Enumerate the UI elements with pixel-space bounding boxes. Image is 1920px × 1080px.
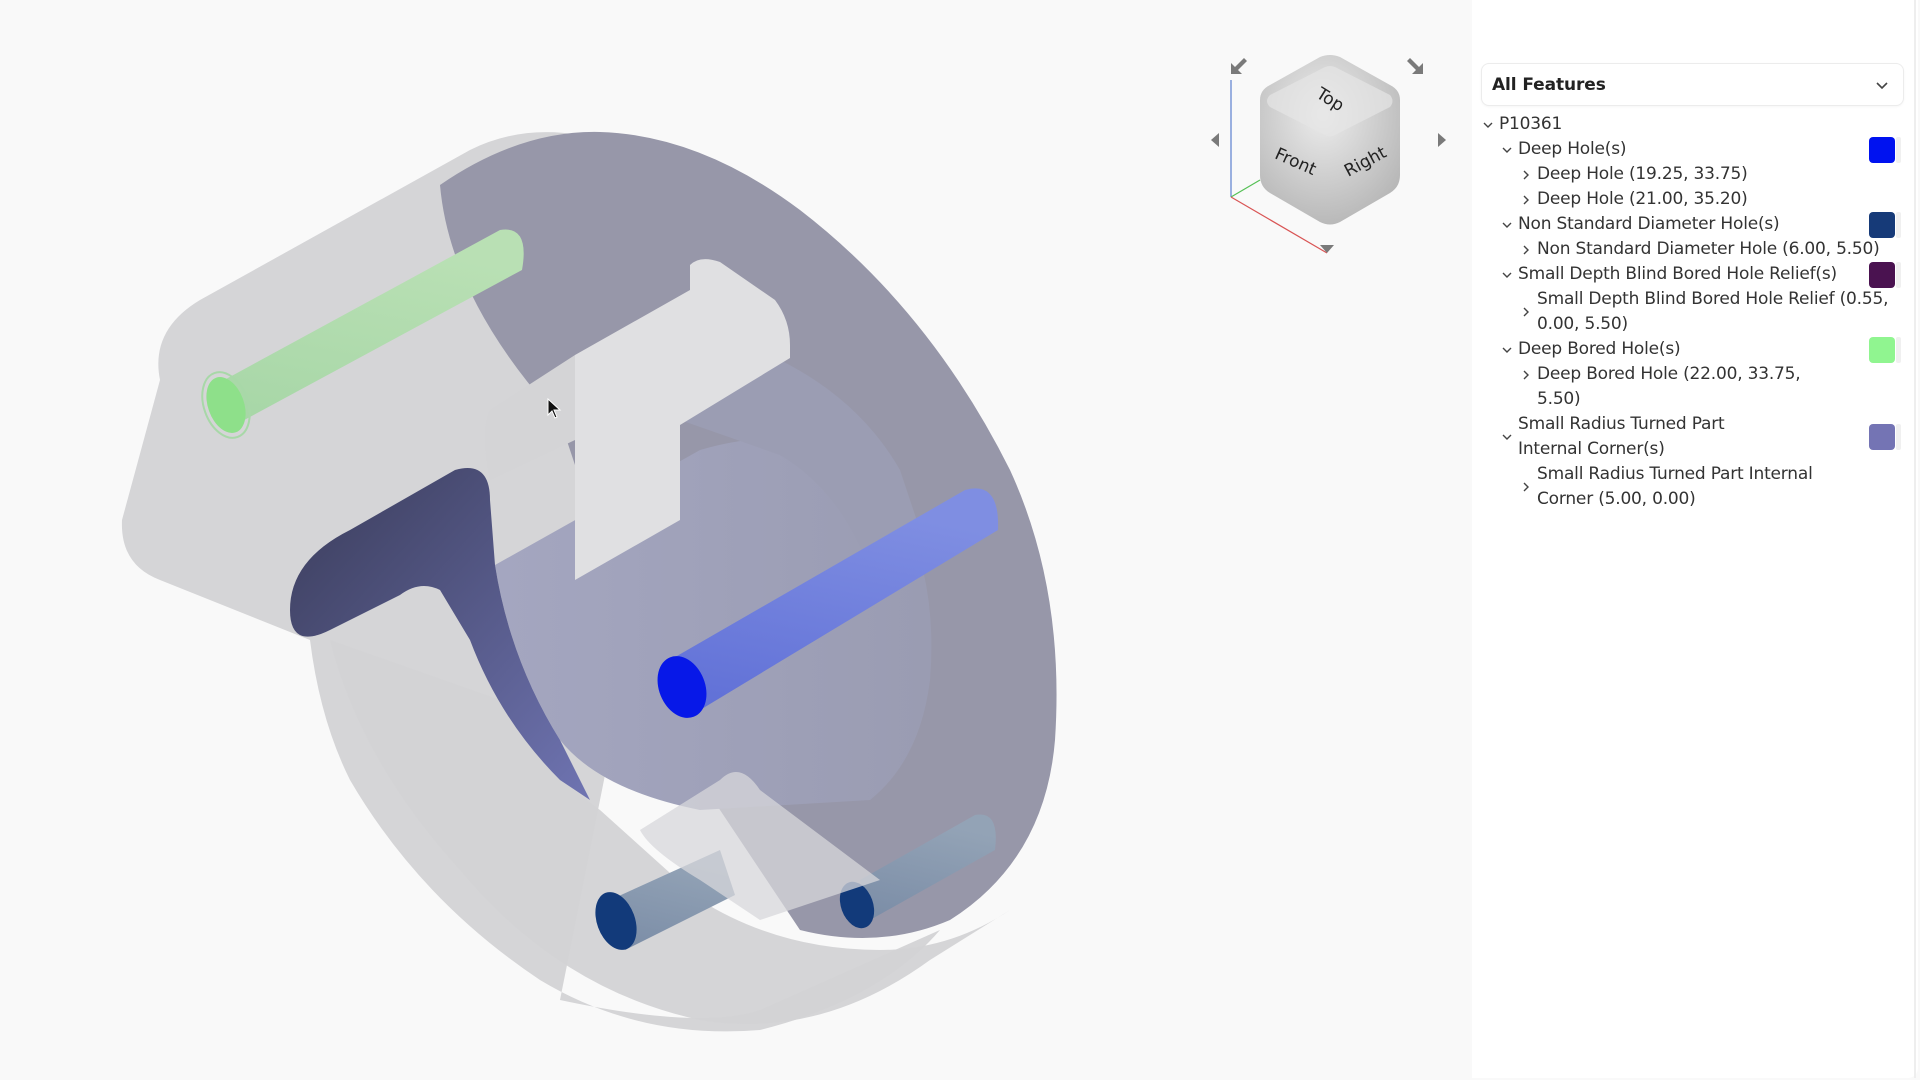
tree-item[interactable]: Deep Hole (19.25, 33.75) xyxy=(1478,162,1903,187)
chevron-right-icon[interactable] xyxy=(1518,300,1534,325)
tree-group-deep-holes[interactable]: Deep Hole(s) xyxy=(1478,137,1903,163)
tree-root-p10361[interactable]: P10361 xyxy=(1478,112,1903,137)
tree-group-label: Small Depth Blind Bored Hole Relief(s) xyxy=(1518,264,1837,284)
view-cube[interactable]: Top Front Right xyxy=(1200,45,1460,265)
chevron-down-icon[interactable] xyxy=(1499,137,1515,162)
chevron-right-icon[interactable] xyxy=(1518,362,1534,387)
tree-item[interactable]: Deep Bored Hole (22.00, 33.75, 5.50) xyxy=(1478,362,1903,412)
chevron-right-icon[interactable] xyxy=(1518,162,1534,187)
tree-item-label: Deep Bored Hole (22.00, 33.75, 5.50) xyxy=(1537,364,1801,409)
tree-root-label: P10361 xyxy=(1499,114,1563,134)
chevron-down-icon[interactable] xyxy=(1499,262,1515,287)
color-swatch-deep-hole[interactable] xyxy=(1869,137,1895,163)
tree-item-label: Deep Hole (19.25, 33.75) xyxy=(1537,164,1748,184)
tree-item[interactable]: Small Depth Blind Bored Hole Relief (0.5… xyxy=(1478,287,1903,337)
color-swatch-track xyxy=(1896,337,1901,363)
view-cube-graphic: Top Front Right xyxy=(1230,55,1400,254)
panel-scrollbar[interactable] xyxy=(1914,0,1916,1078)
feature-tree: P10361 Deep Hole(s) Deep Hole (19.25, 33… xyxy=(1478,112,1903,512)
tree-group-deep-bored-holes[interactable]: Deep Bored Hole(s) xyxy=(1478,337,1903,363)
chevron-down-icon[interactable] xyxy=(1499,425,1515,450)
tree-item-label: Deep Hole (21.00, 35.20) xyxy=(1537,189,1748,209)
tree-item[interactable]: Small Radius Turned Part Internal Corner… xyxy=(1478,462,1903,512)
feature-filter-value: All Features xyxy=(1492,74,1606,95)
color-swatch-non-standard-diameter-hole[interactable] xyxy=(1869,212,1895,238)
mouse-cursor-icon xyxy=(547,398,562,419)
chevron-down-icon[interactable] xyxy=(1499,212,1515,237)
tree-group-label: Small Radius Turned Part Internal Corner… xyxy=(1518,414,1725,459)
chevron-down-icon xyxy=(1876,81,1888,89)
color-swatch-small-depth-blind-bored-hole-relief[interactable] xyxy=(1869,262,1895,288)
color-swatch-small-radius-turned-part-internal-corner[interactable] xyxy=(1869,424,1895,450)
tree-item-label: Small Depth Blind Bored Hole Relief (0.5… xyxy=(1537,289,1889,334)
chevron-down-icon[interactable] xyxy=(1480,112,1496,137)
chevron-right-icon[interactable] xyxy=(1518,187,1534,212)
rotate-up-left-arrow-icon[interactable] xyxy=(1228,55,1250,77)
tree-group-label: Deep Bored Hole(s) xyxy=(1518,339,1681,359)
feature-filter-dropdown[interactable]: All Features xyxy=(1481,63,1904,106)
tree-item-label: Non Standard Diameter Hole (6.00, 5.50) xyxy=(1537,239,1880,259)
color-swatch-track xyxy=(1896,212,1901,238)
tree-group-non-standard-diameter-holes[interactable]: Non Standard Diameter Hole(s) xyxy=(1478,212,1903,238)
rotate-left-arrow-icon[interactable] xyxy=(1205,129,1227,151)
tree-group-label: Deep Hole(s) xyxy=(1518,139,1627,159)
tree-item[interactable]: Non Standard Diameter Hole (6.00, 5.50) xyxy=(1478,237,1903,262)
color-swatch-deep-bored-hole[interactable] xyxy=(1869,337,1895,363)
tree-group-small-depth-blind-bored-hole-reliefs[interactable]: Small Depth Blind Bored Hole Relief(s) xyxy=(1478,262,1903,288)
chevron-down-icon[interactable] xyxy=(1499,337,1515,362)
color-swatch-track xyxy=(1896,262,1901,288)
tree-item[interactable]: Deep Hole (21.00, 35.20) xyxy=(1478,187,1903,212)
color-swatch-track xyxy=(1896,137,1901,163)
chevron-right-icon[interactable] xyxy=(1518,237,1534,262)
tree-item-label: Small Radius Turned Part Internal Corner… xyxy=(1537,464,1813,509)
tree-group-small-radius-turned-part-internal-corners[interactable]: Small Radius Turned Part Internal Corner… xyxy=(1478,412,1903,462)
rotate-down-arrow-icon[interactable] xyxy=(1316,238,1338,260)
tree-group-label: Non Standard Diameter Hole(s) xyxy=(1518,214,1780,234)
color-swatch-track xyxy=(1896,424,1901,450)
rotate-right-arrow-icon[interactable] xyxy=(1430,129,1452,151)
rotate-down-right-arrow-icon[interactable] xyxy=(1404,55,1426,77)
chevron-right-icon[interactable] xyxy=(1518,475,1534,500)
